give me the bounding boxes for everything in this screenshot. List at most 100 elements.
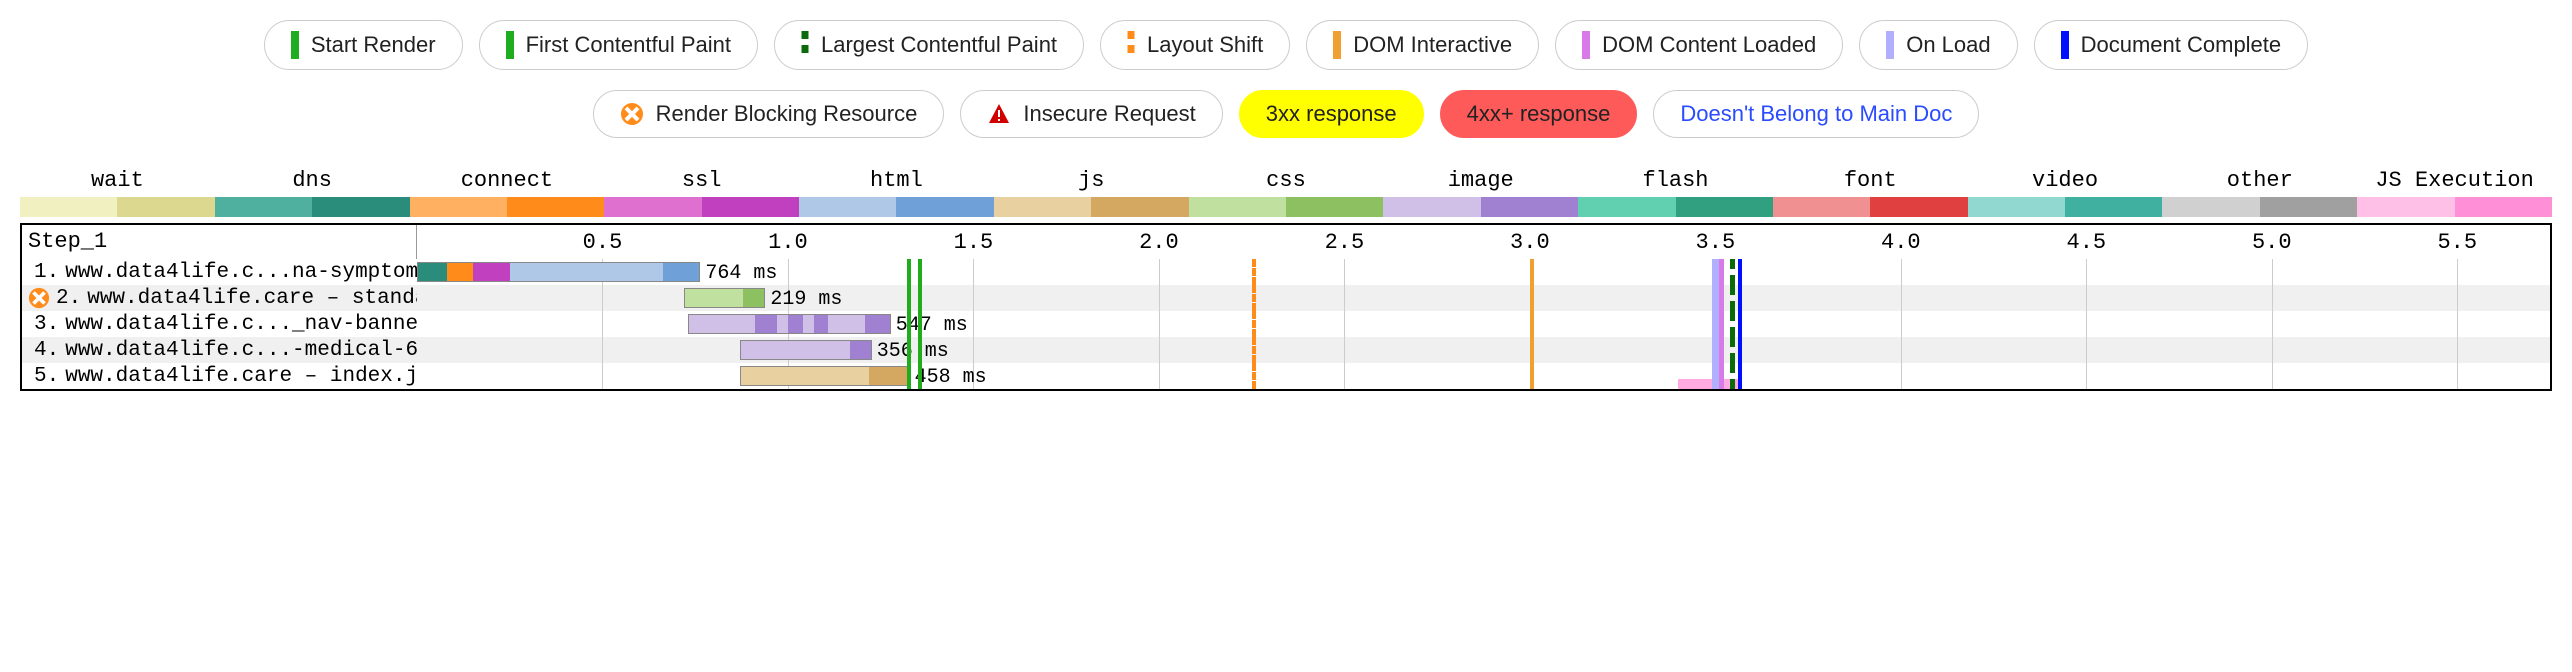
layout-shift-marker-icon: [1127, 31, 1135, 59]
legend-label: Doesn't Belong to Main Doc: [1680, 101, 1952, 127]
legend-start-render[interactable]: Start Render: [264, 20, 463, 70]
type-swatch: [2162, 197, 2357, 217]
axis-tick: 4.5: [2066, 225, 2106, 259]
legend-largest-contentful-paint[interactable]: Largest Contentful Paint: [774, 20, 1084, 70]
type-js-execution: JS Execution: [2357, 168, 2552, 217]
marker-layout-shift: [1252, 363, 1256, 389]
waterfall-row[interactable]: 3. www.data4life.c..._nav-banner_de.jpg5…: [22, 311, 2550, 337]
timing-text: 356 ms: [877, 340, 949, 363]
marker-largest-contentful-paint: [1730, 337, 1735, 363]
cross-circle-icon: [28, 287, 50, 309]
row-number: 1.: [34, 261, 59, 284]
legend-layout-shift[interactable]: Layout Shift: [1100, 20, 1290, 70]
marker-first-contentful-paint: [918, 285, 922, 311]
type-video: video: [1968, 168, 2163, 217]
timing-text: 219 ms: [770, 288, 842, 311]
waterfall-body: 1. www.data4life.c...na-symptomverlauf/7…: [22, 259, 2550, 389]
type-label: font: [1773, 168, 1968, 197]
row-label: 4. www.data4life.c...-medical-64x64.jpg: [22, 337, 417, 363]
marker-largest-contentful-paint: [1730, 285, 1735, 311]
start-render-marker-icon: [291, 31, 299, 59]
legend-insecure-request[interactable]: Insecure Request: [960, 90, 1222, 138]
legend-label: Insecure Request: [1023, 101, 1195, 127]
type-label: image: [1383, 168, 1578, 197]
type-dns: dns: [215, 168, 410, 217]
timing-bar[interactable]: 764 ms: [417, 262, 700, 282]
marker-first-contentful-paint: [918, 337, 922, 363]
legend-4xx[interactable]: 4xx+ response: [1440, 90, 1638, 138]
type-label: js: [994, 168, 1189, 197]
document-complete-marker-icon: [2061, 31, 2069, 59]
legend-on-load[interactable]: On Load: [1859, 20, 2017, 70]
dom-content-loaded-marker-icon: [1582, 31, 1590, 59]
legend-label: Largest Contentful Paint: [821, 32, 1057, 58]
type-js: js: [994, 168, 1189, 217]
axis-tick: 2.5: [1325, 225, 1365, 259]
first-contentful-paint-marker-icon: [506, 31, 514, 59]
type-wait: wait: [20, 168, 215, 217]
type-css: css: [1189, 168, 1384, 217]
legend-label: DOM Interactive: [1353, 32, 1512, 58]
row-number: 2.: [56, 287, 81, 310]
legend-render-blocking[interactable]: Render Blocking Resource: [593, 90, 945, 138]
legend-label: 4xx+ response: [1467, 101, 1611, 127]
legend-document-complete[interactable]: Document Complete: [2034, 20, 2309, 70]
marker-dom-content-loaded: [1719, 363, 1724, 389]
row-number: 4.: [34, 339, 59, 362]
dom-interactive-marker-icon: [1333, 31, 1341, 59]
row-label: 2. www.data4life.care – standard.css: [22, 285, 417, 311]
marker-dom-interactive: [1530, 259, 1534, 285]
axis-tick: 1.5: [954, 225, 994, 259]
warning-icon: [987, 102, 1011, 126]
row-timeline: 219 ms: [417, 285, 2550, 311]
marker-start-render: [907, 337, 911, 363]
marker-document-complete: [1738, 337, 1742, 363]
axis-tick: 5.5: [2437, 225, 2477, 259]
type-swatch: [1578, 197, 1773, 217]
type-swatch: [20, 197, 215, 217]
timing-text: 764 ms: [705, 262, 777, 285]
type-label: dns: [215, 168, 410, 197]
legend-3xx[interactable]: 3xx response: [1239, 90, 1424, 138]
type-swatch: [410, 197, 605, 217]
timing-bar[interactable]: 356 ms: [740, 340, 872, 360]
type-swatch: [604, 197, 799, 217]
type-flash: flash: [1578, 168, 1773, 217]
legend-dom-content-loaded[interactable]: DOM Content Loaded: [1555, 20, 1843, 70]
legend-row-2: Render Blocking Resource Insecure Request…: [593, 90, 1980, 138]
type-label: wait: [20, 168, 215, 197]
marker-dom-content-loaded: [1719, 285, 1724, 311]
type-swatch: [1383, 197, 1578, 217]
marker-layout-shift: [1252, 259, 1256, 285]
legend-dom-interactive[interactable]: DOM Interactive: [1306, 20, 1539, 70]
timing-bar[interactable]: 458 ms: [740, 366, 910, 386]
marker-start-render: [907, 259, 911, 285]
timing-bar[interactable]: 547 ms: [688, 314, 891, 334]
waterfall-row[interactable]: 4. www.data4life.c...-medical-64x64.jpg 3…: [22, 337, 2550, 363]
waterfall-row[interactable]: 1. www.data4life.c...na-symptomverlauf/7…: [22, 259, 2550, 285]
marker-dom-content-loaded: [1719, 259, 1724, 285]
marker-start-render: [907, 363, 911, 389]
marker-document-complete: [1738, 311, 1742, 337]
row-url: www.data4life.c...na-symptomverlauf/: [65, 261, 417, 284]
marker-first-contentful-paint: [918, 311, 922, 337]
marker-dom-content-loaded: [1719, 311, 1724, 337]
type-label: ssl: [604, 168, 799, 197]
timing-bar[interactable]: 219 ms: [684, 288, 765, 308]
marker-largest-contentful-paint: [1730, 363, 1735, 389]
marker-document-complete: [1738, 363, 1742, 389]
waterfall-row[interactable]: 2. www.data4life.care – standard.css 219 …: [22, 285, 2550, 311]
marker-start-render: [907, 311, 911, 337]
legend-label: DOM Content Loaded: [1602, 32, 1816, 58]
type-label: flash: [1578, 168, 1773, 197]
row-timeline: 458 ms: [417, 363, 2550, 389]
types-legend: waitdnsconnectsslhtmljscssimageflashfont…: [20, 168, 2552, 217]
marker-largest-contentful-paint: [1730, 259, 1735, 285]
type-other: other: [2162, 168, 2357, 217]
type-label: video: [1968, 168, 2163, 197]
legend-not-main-doc[interactable]: Doesn't Belong to Main Doc: [1653, 90, 1979, 138]
legend-first-contentful-paint[interactable]: First Contentful Paint: [479, 20, 758, 70]
step-label: Step_1: [22, 225, 417, 259]
marker-dom-interactive: [1530, 285, 1534, 311]
waterfall-row[interactable]: 5. www.data4life.care – index.js458 ms: [22, 363, 2550, 389]
